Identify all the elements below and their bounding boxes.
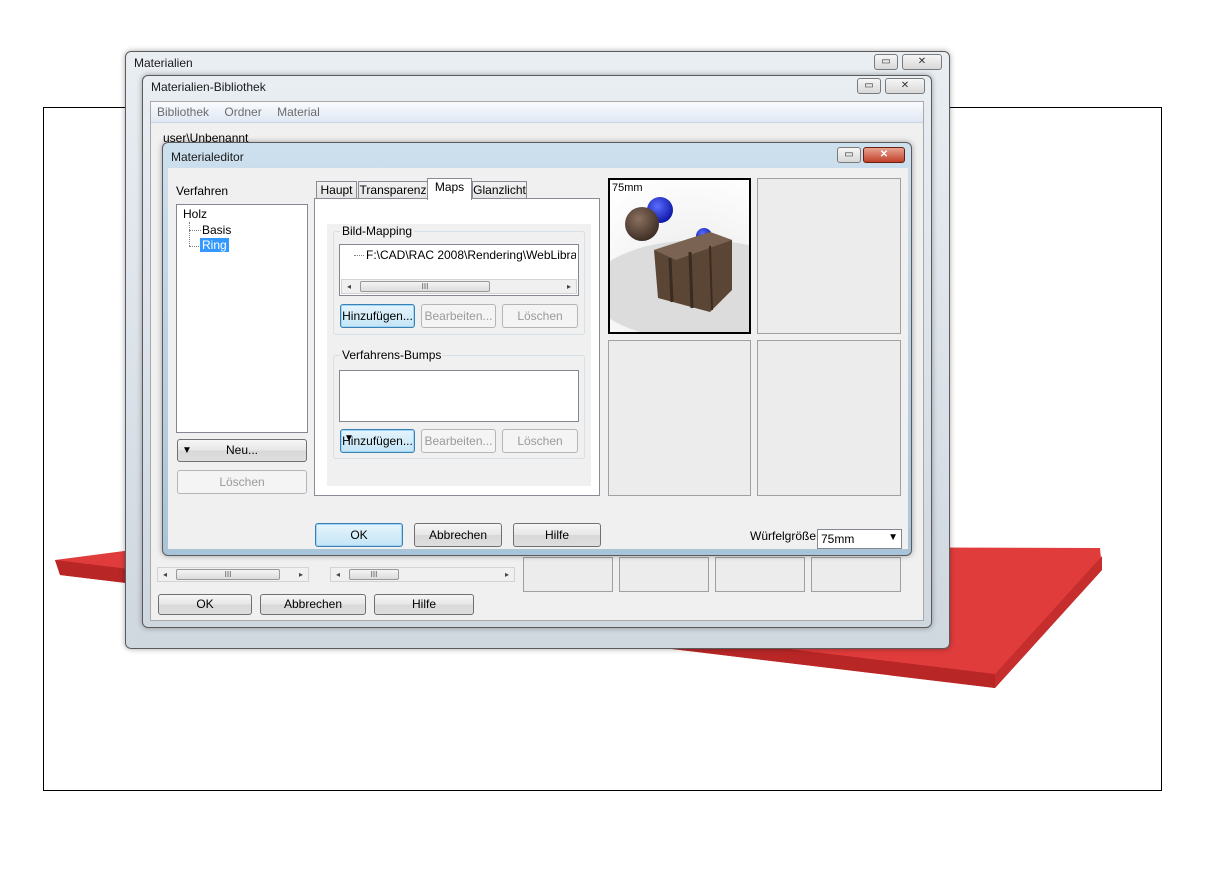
procedure-label: Verfahren [176,184,229,198]
tree-item-basis[interactable]: Basis [202,223,231,237]
cube-size-label: Würfelgröße: [750,529,820,543]
material-preview-slot[interactable] [757,178,901,334]
preview-size-label: 75mm [612,182,643,194]
close-icon[interactable]: ✕ [885,78,925,94]
bitmap-delete-button[interactable]: Löschen [502,304,578,328]
delete-procedure-button[interactable]: Löschen [177,470,307,494]
editor-ok-button[interactable]: OK [315,523,403,547]
library-help-button[interactable]: Hilfe [374,594,474,615]
bump-group-title: Verfahrens-Bumps [340,348,444,362]
dropdown-triangle-icon: ▼ [182,445,192,456]
tab-transparenz[interactable]: Transparenz [358,181,428,199]
material-preview-active[interactable]: 75mm [608,178,751,334]
close-icon[interactable]: ✕ [902,54,942,70]
library-preview-slot[interactable] [619,557,709,592]
library-menubar: Bibliothek Ordner Material [151,102,923,123]
bitmap-group-title: Bild-Mapping [340,224,415,238]
close-icon[interactable]: ✕ [863,147,905,163]
bump-add-button[interactable]: ▼ Hinzufügen... [340,429,415,453]
tree-item-ring[interactable]: Ring [200,238,229,252]
bitmap-list-scrollbar[interactable]: ◂ III ▸ [341,279,577,294]
tab-glanzlicht[interactable]: Glanzlicht [472,181,527,199]
bump-edit-button[interactable]: Bearbeiten... [421,429,496,453]
tree-root-holz[interactable]: Holz [183,207,207,221]
editor-help-button[interactable]: Hilfe [513,523,601,547]
library-cancel-button[interactable]: Abbrechen [260,594,366,615]
cursor-arrow-icon: ▼ [344,433,354,444]
menu-ordner[interactable]: Ordner [218,102,267,119]
menu-bibliothek[interactable]: Bibliothek [151,102,215,119]
library-list-scrollbar[interactable]: ◂ III ▸ [157,567,309,582]
chevron-down-icon[interactable]: ▼ [888,532,898,543]
menu-material[interactable]: Material [271,102,326,119]
tab-haupt[interactable]: Haupt [316,181,357,199]
library-preview-slot[interactable] [811,557,901,592]
material-preview-slot[interactable] [757,340,901,496]
tab-maps[interactable]: Maps [427,178,472,200]
procedure-tree[interactable]: Holz Basis Ring [176,204,308,433]
preview-render [610,180,749,332]
bump-delete-button[interactable]: Löschen [502,429,578,453]
cube-size-value: 75mm [821,532,855,546]
material-editor-title: Materialeditor [171,150,244,164]
library-ok-button[interactable]: OK [158,594,252,615]
bitmap-add-button[interactable]: Hinzufügen... [340,304,415,328]
bitmap-edit-button[interactable]: Bearbeiten... [421,304,496,328]
editor-cancel-button[interactable]: Abbrechen [414,523,502,547]
restore-icon[interactable]: ▭ [857,78,881,94]
cube-size-select[interactable]: 75mm ▼ [817,529,902,549]
restore-icon[interactable]: ▭ [837,147,861,163]
new-procedure-button[interactable]: ▼ Neu... [177,439,307,462]
library-preview-slot[interactable] [523,557,613,592]
bitmap-list-item[interactable]: F:\CAD\RAC 2008\Rendering\WebLibrary\L [366,248,576,262]
materials-window-title: Materialien [134,56,193,70]
restore-icon[interactable]: ▭ [874,54,898,70]
library-material-scrollbar[interactable]: ◂ III ▸ [330,567,515,582]
material-preview-slot[interactable] [608,340,751,496]
new-button-label: Neu... [225,443,258,457]
library-preview-slot[interactable] [715,557,805,592]
bump-list[interactable] [339,370,579,422]
bitmap-list[interactable]: F:\CAD\RAC 2008\Rendering\WebLibrary\L ◂… [339,244,579,296]
library-window-title: Materialien-Bibliothek [151,80,266,94]
